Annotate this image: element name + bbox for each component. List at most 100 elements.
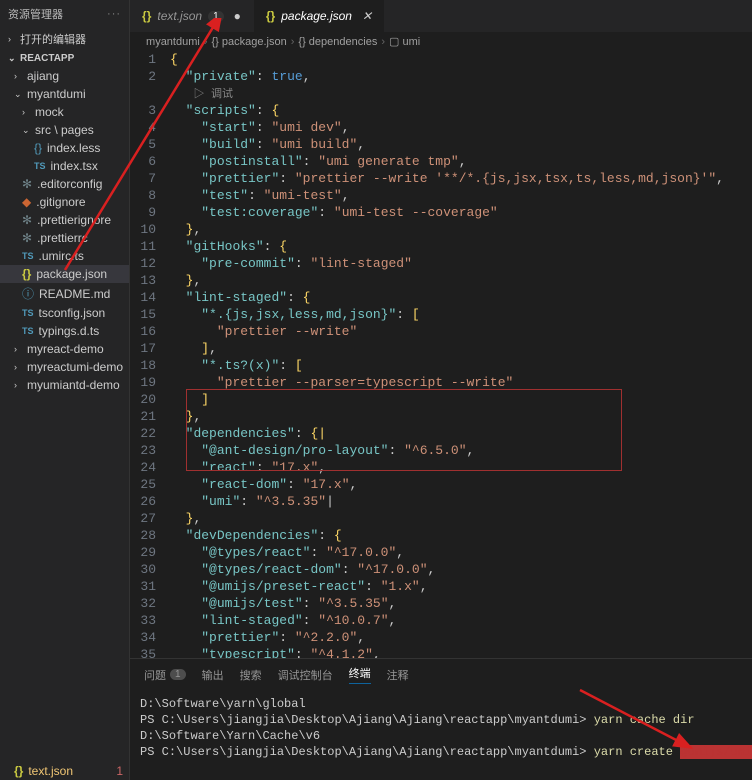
chevron-icon: › [14, 71, 22, 81]
breadcrumb-segment[interactable]: ▢ umi [389, 35, 420, 48]
breadcrumb-segment[interactable]: myantdumi [146, 36, 200, 48]
code-line[interactable]: "private": true, [170, 68, 752, 85]
json-icon: {} [22, 267, 31, 281]
code-line[interactable]: "prettier": "prettier --write '**/*.{js,… [170, 170, 752, 187]
code-line[interactable]: "test:coverage": "umi-test --coverage" [170, 204, 752, 221]
folder-item[interactable]: ›myreact-demo [0, 340, 129, 358]
file-item[interactable]: TSindex.tsx [0, 157, 129, 175]
chevron-icon: ⌄ [22, 125, 30, 136]
code-line[interactable]: "start": "umi dev", [170, 119, 752, 136]
file-item[interactable]: ✻.prettierignore [0, 211, 129, 229]
code-line[interactable]: "prettier": "^2.2.0", [170, 629, 752, 646]
more-icon[interactable]: ··· [107, 8, 121, 20]
editor[interactable]: 1234567891011121314151617181920212223242… [130, 51, 752, 658]
code-line[interactable]: { [170, 51, 752, 68]
code-line[interactable]: "*.{js,jsx,less,md,json}": [ [170, 306, 752, 323]
file-item[interactable]: TS.umirc.ts [0, 247, 129, 265]
file-item[interactable]: {}package.json [0, 265, 129, 283]
panel-tab-注释[interactable]: 注释 [387, 665, 409, 684]
breadcrumb[interactable]: myantdumi›{} package.json›{} dependencie… [130, 32, 752, 51]
tab-text-json[interactable]: {}text.json1 [130, 0, 254, 32]
less-icon: {} [34, 141, 42, 155]
tab-package-json[interactable]: {} package.json ✕ [254, 0, 385, 32]
panel-tab-问题[interactable]: 问题 1 [144, 665, 186, 684]
chevron-right-icon: › [8, 34, 16, 44]
code-line[interactable]: "typescript": "^4.1.2", [170, 646, 752, 658]
code-line[interactable]: ], [170, 340, 752, 357]
code-line[interactable]: "@types/react-dom": "^17.0.0", [170, 561, 752, 578]
workspace-folder[interactable]: ⌄ REACTAPP [0, 50, 129, 67]
code-line[interactable]: }, [170, 408, 752, 425]
chevron-icon: › [22, 107, 30, 117]
code-line[interactable]: "dependencies": {| [170, 425, 752, 442]
code-line[interactable]: "@types/react": "^17.0.0", [170, 544, 752, 561]
code-line[interactable]: }, [170, 221, 752, 238]
gear-icon: ✻ [22, 177, 32, 191]
chevron-icon: › [14, 380, 22, 390]
breadcrumb-segment[interactable]: {} package.json [212, 36, 287, 48]
folder-item[interactable]: ⌄ src \ pages [0, 121, 129, 139]
outline-item[interactable]: {} text.json 1 [0, 762, 129, 780]
code-line[interactable]: ▷ 调试 [170, 85, 752, 102]
folder-item[interactable]: ›myreactumi-demo [0, 358, 129, 376]
close-icon[interactable]: ✕ [362, 9, 372, 23]
file-label: .editorconfig [37, 177, 102, 191]
code-line[interactable]: "lint-staged": { [170, 289, 752, 306]
file-item[interactable]: ✻ .editorconfig [0, 175, 129, 193]
code-line[interactable]: }, [170, 272, 752, 289]
folder-item[interactable]: ⌄myantdumi [0, 85, 129, 103]
folder-item[interactable]: › mock [0, 103, 129, 121]
file-item[interactable]: ✻.prettierrc [0, 229, 129, 247]
panel-tab-输出[interactable]: 输出 [202, 665, 224, 684]
file-label: .prettierignore [37, 213, 111, 227]
code-line[interactable]: "prettier --write" [170, 323, 752, 340]
file-label: src \ pages [35, 123, 94, 137]
panel-tab-终端[interactable]: 终端 [349, 665, 371, 684]
code-line[interactable]: "prettier --parser=typescript --write" [170, 374, 752, 391]
file-item[interactable]: {}index.less [0, 139, 129, 157]
file-item[interactable]: ⓘREADME.md [0, 283, 129, 304]
code-line[interactable]: "test": "umi-test", [170, 187, 752, 204]
code-line[interactable]: "pre-commit": "lint-staged" [170, 255, 752, 272]
panel-tab-搜索[interactable]: 搜索 [240, 665, 262, 684]
chevron-down-icon: ⌄ [8, 53, 16, 64]
file-label: mock [35, 105, 64, 119]
code-line[interactable]: "@ant-design/pro-layout": "^6.5.0", [170, 442, 752, 459]
tab-badge: 1 [208, 11, 224, 22]
code-line[interactable]: "scripts": { [170, 102, 752, 119]
code-content[interactable]: { "private": true, ▷ 调试 "scripts": { "st… [170, 51, 752, 658]
code-line[interactable]: "build": "umi build", [170, 136, 752, 153]
code-line[interactable]: "react-dom": "17.x", [170, 476, 752, 493]
code-line[interactable]: "@umijs/preset-react": "1.x", [170, 578, 752, 595]
code-line[interactable]: "react": "17.x", [170, 459, 752, 476]
tab-label: package.json [281, 9, 352, 23]
file-label: ajiang [27, 69, 59, 83]
count-badge: 1 [170, 669, 186, 680]
code-line[interactable]: "postinstall": "umi generate tmp", [170, 153, 752, 170]
json-icon: {} [142, 9, 151, 23]
terminal[interactable]: D:\Software\yarn\globalPS C:\Users\jiang… [130, 690, 752, 780]
code-line[interactable]: }, [170, 510, 752, 527]
file-item[interactable]: TStypings.d.ts [0, 322, 129, 340]
gear-icon: ✻ [22, 231, 32, 245]
code-line[interactable]: "*.ts?(x)": [ [170, 357, 752, 374]
folder-item[interactable]: › ajiang [0, 67, 129, 85]
json-icon: {} [266, 9, 275, 23]
code-line[interactable]: "devDependencies": { [170, 527, 752, 544]
panel-tab-调试控制台[interactable]: 调试控制台 [278, 665, 333, 684]
terminal-line: PS C:\Users\jiangjia\Desktop\Ajiang\Ajia… [140, 712, 752, 728]
chevron-icon: › [14, 344, 22, 354]
code-line[interactable]: "lint-staged": "^10.0.7", [170, 612, 752, 629]
terminal-line: PS C:\Users\jiangjia\Desktop\Ajiang\Ajia… [140, 744, 752, 760]
file-item[interactable]: TStsconfig.json [0, 304, 129, 322]
code-line[interactable]: "@umijs/test": "^3.5.35", [170, 595, 752, 612]
code-line[interactable]: "umi": "^3.5.35"| [170, 493, 752, 510]
sidebar-title: 资源管理器 ··· [0, 0, 129, 28]
code-line[interactable]: "gitHooks": { [170, 238, 752, 255]
folder-item[interactable]: ›myumiantd-demo [0, 376, 129, 394]
breadcrumb-segment[interactable]: {} dependencies [298, 36, 377, 48]
close-icon[interactable] [234, 9, 241, 23]
file-item[interactable]: ◆.gitignore [0, 193, 129, 211]
open-editors-section[interactable]: › 打开的编辑器 [0, 28, 129, 50]
code-line[interactable]: ] [170, 391, 752, 408]
